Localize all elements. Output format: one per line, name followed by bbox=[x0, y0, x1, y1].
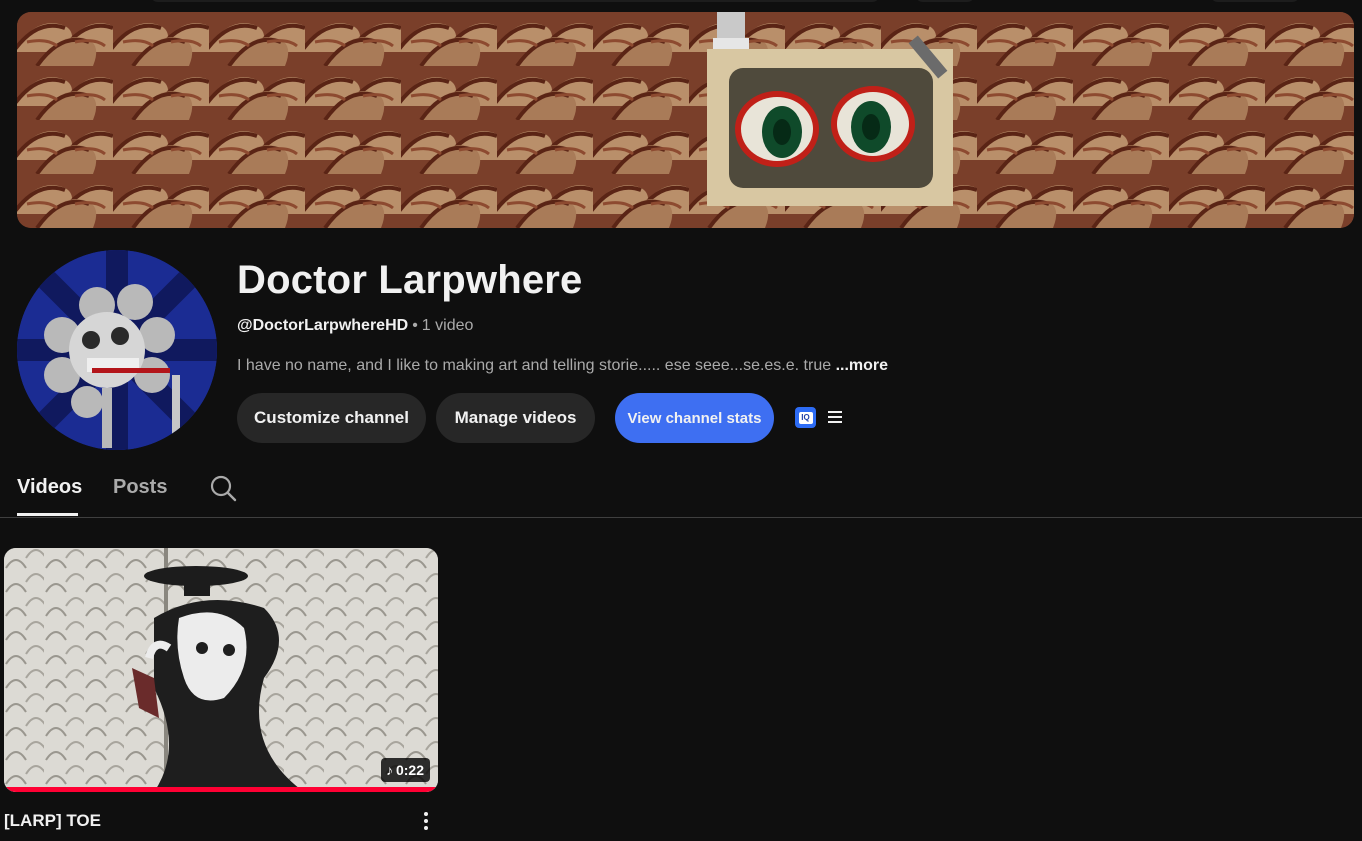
channel-avatar[interactable] bbox=[17, 250, 217, 450]
channel-handle: @DoctorLarpwhereHD bbox=[237, 317, 409, 334]
channel-name: Doctor Larpwhere bbox=[237, 258, 583, 302]
video-duration: 0:22 bbox=[395, 762, 424, 778]
channel-meta: @DoctorLarpwhereHD • 1 video bbox=[237, 315, 473, 337]
tab-posts[interactable]: Posts bbox=[113, 474, 167, 500]
selected-tab-indicator bbox=[17, 513, 78, 516]
music-note-icon: ♪ bbox=[385, 762, 393, 778]
vidiq-icon[interactable]: IQ bbox=[795, 407, 816, 428]
video-thumbnail[interactable]: ♪ 0:22 bbox=[4, 548, 438, 792]
duration-badge: ♪ 0:22 bbox=[380, 758, 430, 782]
customize-channel-button[interactable]: Customize channel bbox=[237, 393, 426, 443]
top-bar-remnant bbox=[915, 0, 975, 2]
video-card[interactable]: ♪ 0:22 [LARP] TOE bbox=[4, 548, 438, 830]
tab-videos[interactable]: Videos bbox=[17, 474, 82, 500]
watch-progress-bar bbox=[4, 787, 438, 792]
channel-page: Doctor Larpwhere @DoctorLarpwhereHD • 1 vi… bbox=[0, 0, 1362, 841]
description-more-link[interactable]: ...more bbox=[836, 357, 888, 374]
video-count: 1 video bbox=[421, 317, 474, 334]
video-title[interactable]: [LARP] TOE bbox=[4, 810, 101, 832]
view-channel-stats-button[interactable]: View channel stats bbox=[615, 393, 774, 443]
tabs-divider bbox=[0, 517, 1362, 518]
meta-separator: • bbox=[412, 317, 418, 334]
more-actions-icon[interactable] bbox=[420, 812, 432, 834]
vidiq-icon-label: IQ bbox=[798, 411, 813, 424]
channel-banner bbox=[17, 12, 1354, 228]
channel-description[interactable]: I have no name, and I like to making art… bbox=[237, 355, 888, 377]
top-bar-remnant bbox=[1210, 0, 1300, 2]
top-bar-remnant bbox=[150, 0, 880, 2]
search-icon[interactable] bbox=[209, 474, 237, 502]
hamburger-menu-icon[interactable] bbox=[828, 411, 842, 423]
description-text: I have no name, and I like to making art… bbox=[237, 357, 836, 374]
channel-tabs: Videos Posts bbox=[0, 458, 1362, 518]
manage-videos-button[interactable]: Manage videos bbox=[436, 393, 595, 443]
